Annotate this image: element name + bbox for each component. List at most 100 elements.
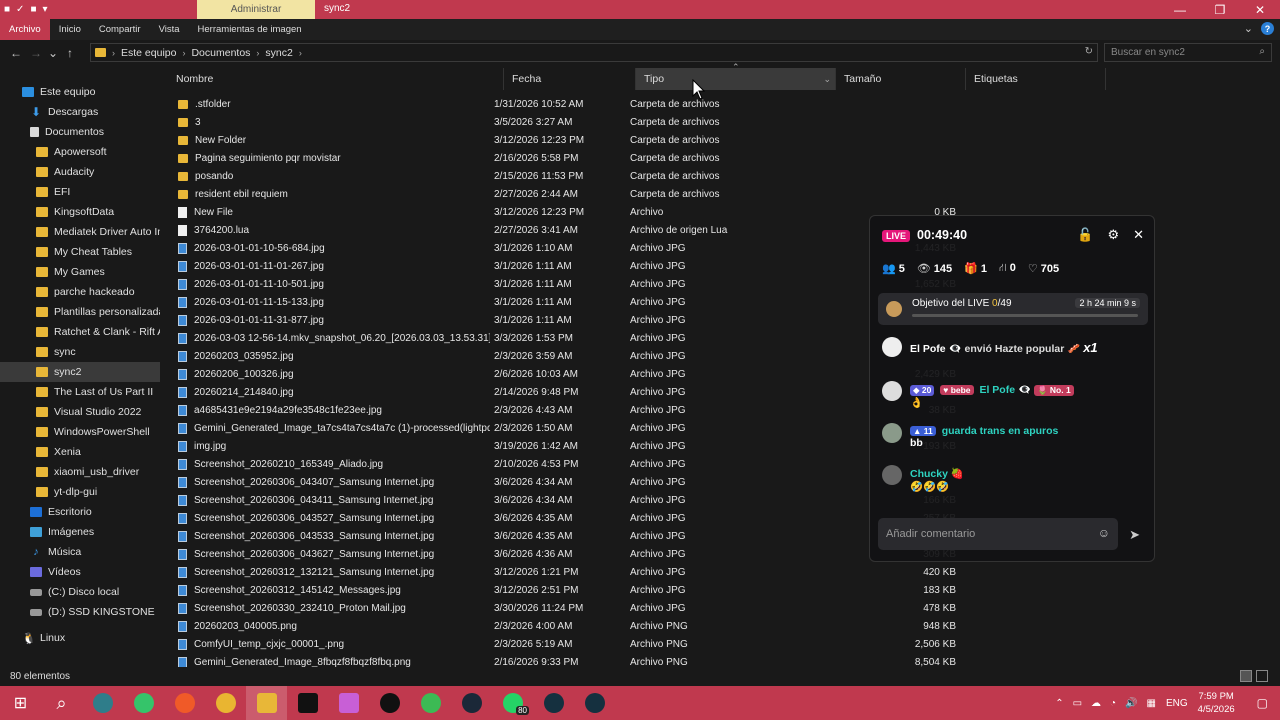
breadcrumb-este-equipo[interactable]: Este equipo: [121, 47, 176, 59]
close-icon[interactable]: ✕: [1133, 227, 1144, 243]
notifications-icon[interactable]: ▢: [1245, 696, 1280, 710]
settings-icon[interactable]: ⚙: [1107, 227, 1119, 243]
sidebar-item[interactable]: sync2: [0, 362, 160, 382]
ribbon-tab-vista[interactable]: Vista: [150, 19, 189, 40]
sidebar-item[interactable]: Documentos: [0, 122, 160, 142]
sidebar-item[interactable]: Audacity: [0, 162, 160, 182]
column-header-tamano[interactable]: Tamaño: [836, 68, 966, 90]
sidebar-item[interactable]: Vídeos: [0, 562, 160, 582]
file-row[interactable]: Screenshot_20260312_145142_Messages.jpg 3…: [168, 581, 978, 599]
column-header-nombre[interactable]: Nombre: [168, 68, 504, 90]
file-row[interactable]: Screenshot_20260306_043527_Samsung Inter…: [168, 509, 978, 527]
volume-icon[interactable]: 🔊: [1125, 698, 1137, 709]
minimize-button[interactable]: —: [1160, 0, 1200, 19]
contextual-tab-manage[interactable]: Administrar: [197, 0, 315, 19]
file-row[interactable]: 2026-03-03 12-56-14.mkv_snapshot_06.20_[…: [168, 329, 978, 347]
brave-browser-icon[interactable]: [164, 686, 205, 720]
chrome-browser-2-icon[interactable]: [410, 686, 451, 720]
file-row[interactable]: 2026-03-01-01-11-31-877.jpg 3/1/2026 1:11…: [168, 311, 978, 329]
lock-icon[interactable]: 🔓: [1077, 227, 1093, 243]
refresh-icon[interactable]: ↻: [1085, 46, 1093, 57]
address-bar[interactable]: › Este equipo › Documentos › sync2 › ↻: [90, 43, 1098, 62]
sidebar-item[interactable]: sync: [0, 342, 160, 362]
chrome-browser-icon[interactable]: [205, 686, 246, 720]
file-row[interactable]: ComfyUI_temp_cjxjc_00001_.png 2/3/2026 5:…: [168, 635, 978, 653]
comment-input[interactable]: Añadir comentario ☺: [878, 518, 1118, 550]
chat-username[interactable]: El Pofe: [910, 343, 946, 355]
file-row[interactable]: Screenshot_20260306_043627_Samsung Inter…: [168, 545, 978, 563]
sidebar-item[interactable]: (D:) SSD KINGSTONE: [0, 602, 160, 622]
file-row[interactable]: Screenshot_20260306_043407_Samsung Inter…: [168, 473, 978, 491]
nox-app-icon[interactable]: [533, 686, 574, 720]
sidebar-item[interactable]: The Last of Us Part II: [0, 382, 160, 402]
sidebar-item[interactable]: Ratchet & Clank - Rift Ap: [0, 322, 160, 342]
sidebar-item[interactable]: Xenia: [0, 442, 160, 462]
send-icon[interactable]: ➤: [1129, 527, 1140, 543]
file-row[interactable]: 20260203_040005.png 2/3/2026 4:00 AM Archi…: [168, 617, 978, 635]
quick-access-icon[interactable]: ▾: [42, 4, 47, 15]
ribbon-tab-inicio[interactable]: Inicio: [50, 19, 90, 40]
file-explorer-icon[interactable]: [246, 686, 287, 720]
column-header-fecha[interactable]: Fecha: [504, 68, 636, 90]
file-row[interactable]: Screenshot_20260306_043533_Samsung Inter…: [168, 527, 978, 545]
breadcrumb-documentos[interactable]: Documentos: [191, 47, 250, 59]
column-header-etiquetas[interactable]: Etiquetas: [966, 68, 1106, 90]
sidebar-item[interactable]: EFI: [0, 182, 160, 202]
file-row[interactable]: 2026-03-01-01-11-15-133.jpg 3/1/2026 1:11…: [168, 293, 978, 311]
file-row[interactable]: 20260206_100326.jpg 2/6/2026 10:03 AM Arch…: [168, 365, 978, 383]
ribbon-tab-archivo[interactable]: Archivo: [0, 19, 50, 40]
file-row[interactable]: 3 3/5/2026 3:27 AM Carpeta de archivos: [168, 113, 978, 131]
whatsapp-app-icon[interactable]: 80: [492, 686, 533, 720]
emoji-icon[interactable]: ☺: [1098, 526, 1110, 540]
file-row[interactable]: Screenshot_20260330_232410_Proton Mail.j…: [168, 599, 978, 617]
file-row[interactable]: 20260214_214840.jpg 2/14/2026 9:48 PM Arch…: [168, 383, 978, 401]
quick-access-icon[interactable]: ✓: [16, 4, 24, 15]
file-row[interactable]: New File 3/12/2026 12:23 PM Archivo 0 KB: [168, 203, 978, 221]
language-indicator[interactable]: ENG: [1166, 698, 1188, 709]
nox-app-2-icon[interactable]: [574, 686, 615, 720]
quick-access-icon[interactable]: ■: [4, 4, 10, 15]
ribbon-tab-herramientas-de-imagen[interactable]: Herramientas de imagen: [189, 19, 311, 40]
file-row[interactable]: 2026-03-01-01-11-01-267.jpg 3/1/2026 1:11…: [168, 257, 978, 275]
details-view-button[interactable]: [1240, 670, 1252, 682]
search-input[interactable]: Buscar en sync2 ⌕: [1104, 43, 1272, 62]
file-row[interactable]: 2026-03-01-01-10-56-684.jpg 3/1/2026 1:10…: [168, 239, 978, 257]
file-row[interactable]: 3764200.lua 2/27/2026 3:41 AM Archivo de o…: [168, 221, 978, 239]
file-row[interactable]: Screenshot_20260306_043411_Samsung Inter…: [168, 491, 978, 509]
sidebar-item[interactable]: My Games: [0, 262, 160, 282]
steam-app-icon[interactable]: [451, 686, 492, 720]
file-row[interactable]: a4685431e9e2194a29fe3548c1fe23ee.jpg 2/3/…: [168, 401, 978, 419]
file-row[interactable]: Screenshot_20260210_165349_Aliado.jpg 2/1…: [168, 455, 978, 473]
sidebar-item[interactable]: Imágenes: [0, 522, 160, 542]
purple-app-icon[interactable]: [328, 686, 369, 720]
tiktok-app-icon[interactable]: [369, 686, 410, 720]
sidebar-item[interactable]: Este equipo: [0, 82, 160, 102]
sidebar-item[interactable]: KingsoftData: [0, 202, 160, 222]
quick-access-icon[interactable]: ■: [30, 4, 36, 15]
sidebar-item[interactable]: WindowsPowerShell: [0, 422, 160, 442]
expand-ribbon-icon[interactable]: ⌄: [1244, 22, 1253, 35]
cloud-icon[interactable]: ☁: [1091, 698, 1101, 709]
file-row[interactable]: New Folder 3/12/2026 12:23 PM Carpeta de a…: [168, 131, 978, 149]
sidebar-item[interactable]: yt-dlp-gui: [0, 482, 160, 502]
globe-app-icon[interactable]: [82, 686, 123, 720]
file-row[interactable]: img.jpg3/19/2026 1:42 AMArchivo JPG193 K…: [168, 437, 978, 455]
forward-button[interactable]: →: [26, 46, 46, 60]
chat-username[interactable]: guarda trans en apuros: [942, 425, 1059, 437]
file-row[interactable]: Screenshot_20260312_132121_Samsung Inter…: [168, 563, 978, 581]
recent-locations-button[interactable]: ⌄: [46, 46, 60, 60]
clock[interactable]: 7:59 PM 4/5/2026: [1188, 690, 1245, 716]
breadcrumb-sync2[interactable]: sync2: [265, 47, 292, 59]
sidebar-item[interactable]: Mediatek Driver Auto Ins: [0, 222, 160, 242]
file-row[interactable]: 20260203_035952.jpg 2/3/2026 3:59 AM Archi…: [168, 347, 978, 365]
file-row[interactable]: Pagina seguimiento pqr movistar 2/16/2026…: [168, 149, 978, 167]
battery-icon[interactable]: ▭: [1073, 698, 1082, 709]
close-button[interactable]: ✕: [1240, 0, 1280, 19]
network-icon[interactable]: ◔: [1110, 698, 1116, 709]
sidebar-item[interactable]: 🐧 Linux: [0, 628, 160, 648]
file-row[interactable]: 2026-03-01-01-11-10-501.jpg 3/1/2026 1:11…: [168, 275, 978, 293]
search-button[interactable]: ⌕: [41, 686, 82, 720]
chat-username[interactable]: El Pofe: [979, 384, 1015, 396]
up-button[interactable]: ↑: [60, 46, 80, 60]
file-row[interactable]: .stfolder 1/31/2026 10:52 AM Carpeta de ar…: [168, 95, 978, 113]
